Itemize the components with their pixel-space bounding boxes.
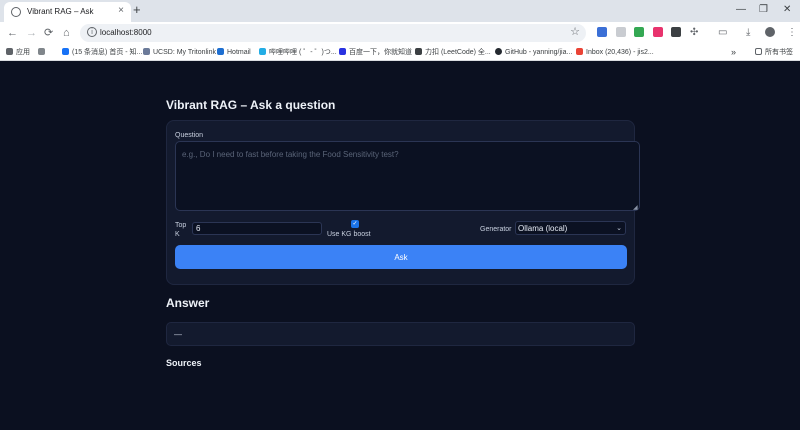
extension-icon-4[interactable] bbox=[671, 27, 681, 37]
extensions-puzzle-icon[interactable]: ✣ bbox=[690, 26, 698, 39]
browser-tab[interactable]: Vibrant RAG – Ask × bbox=[4, 2, 131, 22]
ucsd-icon bbox=[143, 48, 150, 55]
bookmark-star-icon[interactable]: ☆ bbox=[570, 26, 580, 39]
drive-icon[interactable] bbox=[634, 27, 644, 37]
restore-icon[interactable]: ❐ bbox=[759, 4, 768, 16]
address-bar[interactable]: i localhost:8000 ☆ bbox=[80, 24, 586, 42]
top-k-input[interactable] bbox=[192, 222, 322, 235]
apps-grid-icon bbox=[6, 48, 13, 55]
bookmark-leetcode[interactable]: 力扣 (LeetCode) 全... bbox=[415, 47, 491, 59]
bookmark-bilibili[interactable]: 哔哩哔哩 ( ゜- ゜)つ... bbox=[259, 47, 337, 59]
answer-text: — bbox=[174, 330, 182, 339]
bookmark-baidu[interactable]: 百度一下，你就知道 bbox=[339, 47, 412, 59]
answer-box: — bbox=[166, 322, 635, 346]
forward-icon[interactable]: → bbox=[26, 26, 37, 40]
browser-toolbar: ← → ⟳ ⌂ i localhost:8000 ☆ ✣ ▭ ⤓ ⋮ bbox=[0, 22, 800, 44]
sidebar-icon[interactable]: ▭ bbox=[718, 26, 727, 39]
question-label: Question bbox=[175, 132, 204, 139]
all-bookmarks[interactable]: 所有书签 bbox=[755, 47, 793, 59]
answer-heading: Answer bbox=[166, 296, 210, 310]
resize-handle-icon[interactable]: ◢ bbox=[633, 205, 638, 211]
site-info-icon[interactable]: i bbox=[87, 27, 97, 37]
reload-icon[interactable]: ⟳ bbox=[44, 26, 53, 40]
bookmark-gmail[interactable]: Inbox (20,436) - jis2... bbox=[576, 47, 654, 59]
bookmark-apps[interactable]: 应用 bbox=[6, 47, 30, 59]
tab-title: Vibrant RAG – Ask bbox=[27, 7, 94, 16]
bookmark-ucsd[interactable]: UCSD: My Tritonlink bbox=[143, 47, 216, 59]
generator-label: Generator bbox=[480, 226, 512, 233]
bilibili-icon bbox=[259, 48, 266, 55]
globe-icon bbox=[11, 7, 21, 17]
url-text[interactable]: localhost:8000 bbox=[100, 28, 152, 37]
bookmark-github[interactable]: GitHub - yanning/jia... bbox=[495, 47, 572, 59]
new-tab-button[interactable]: + bbox=[133, 3, 141, 17]
tab-strip: Vibrant RAG – Ask × + — ❐ ✕ bbox=[0, 0, 800, 22]
kg-boost-label: Use KG boost bbox=[327, 231, 371, 238]
zhihu-icon bbox=[62, 48, 69, 55]
grid-icon[interactable] bbox=[38, 47, 46, 59]
generator-select[interactable]: Ollama (local) ⌄ bbox=[515, 221, 626, 235]
bookmarks-bar: 应用 (15 条消息) 首页 - 知... UCSD: My Tritonlin… bbox=[0, 44, 800, 61]
extension-icon-3[interactable] bbox=[653, 27, 663, 37]
bookmark-zhihu[interactable]: (15 条消息) 首页 - 知... bbox=[62, 47, 142, 59]
top-k-label: Top K bbox=[175, 222, 187, 238]
leetcode-icon bbox=[415, 48, 422, 55]
gmail-icon bbox=[576, 48, 583, 55]
minimize-icon[interactable]: — bbox=[736, 4, 746, 16]
github-icon bbox=[495, 48, 502, 55]
folder-icon bbox=[755, 48, 762, 55]
download-icon[interactable]: ⤓ bbox=[746, 26, 750, 39]
bookmark-hotmail[interactable]: Hotmail bbox=[217, 47, 251, 59]
chevron-down-icon: ⌄ bbox=[616, 225, 622, 232]
generator-selected-value: Ollama (local) bbox=[518, 224, 568, 233]
ask-button[interactable]: Ask bbox=[175, 245, 627, 269]
back-icon[interactable]: ← bbox=[7, 26, 18, 40]
question-card: Question ◢ Top K ✓ Use KG boost Generato… bbox=[166, 120, 640, 285]
home-icon[interactable]: ⌂ bbox=[63, 26, 70, 40]
menu-kebab-icon[interactable]: ⋮ bbox=[787, 26, 797, 39]
avatar[interactable] bbox=[765, 27, 775, 37]
window-close-icon[interactable]: ✕ bbox=[783, 4, 791, 16]
sources-heading: Sources bbox=[166, 358, 202, 368]
page-content: Vibrant RAG – Ask a question Question ◢ … bbox=[0, 62, 800, 430]
kg-boost-checkbox[interactable]: ✓ bbox=[351, 220, 359, 228]
extension-icon-2[interactable] bbox=[616, 27, 626, 37]
extension-icon-1[interactable] bbox=[597, 27, 607, 37]
hotmail-icon bbox=[217, 48, 224, 55]
bookmarks-overflow-button[interactable]: » bbox=[731, 47, 736, 59]
close-tab-icon[interactable]: × bbox=[118, 5, 124, 17]
baidu-icon bbox=[339, 48, 346, 55]
page-title: Vibrant RAG – Ask a question bbox=[166, 98, 336, 112]
question-input[interactable] bbox=[175, 141, 640, 211]
